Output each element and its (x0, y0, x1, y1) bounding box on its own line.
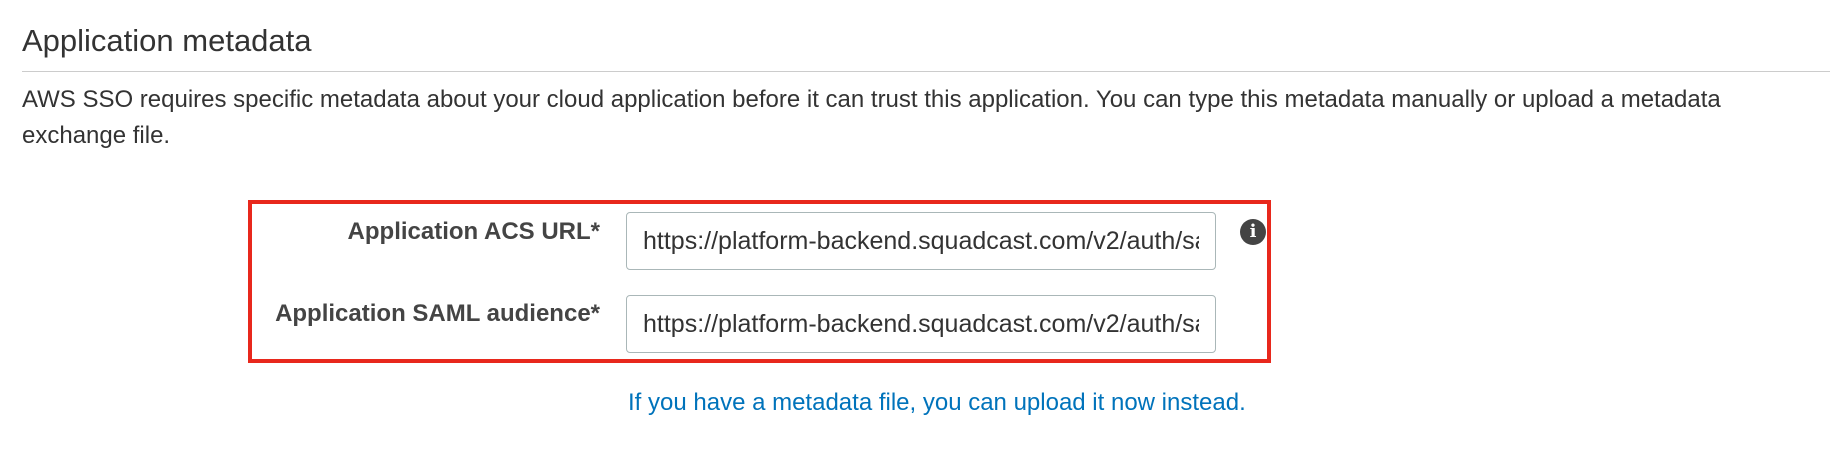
acs-url-input[interactable] (626, 212, 1216, 270)
info-icon[interactable]: i (1240, 219, 1266, 245)
saml-audience-label: Application SAML audience* (275, 300, 600, 327)
application-metadata-section: Application metadata AWS SSO requires sp… (0, 0, 1842, 476)
acs-url-label: Application ACS URL* (347, 218, 600, 245)
section-title: Application metadata (22, 23, 312, 58)
section-description: AWS SSO requires specific metadata about… (22, 86, 1721, 149)
upload-metadata-link[interactable]: If you have a metadata file, you can upl… (628, 388, 1246, 418)
saml-audience-input[interactable] (626, 295, 1216, 353)
section-divider (22, 71, 1830, 72)
